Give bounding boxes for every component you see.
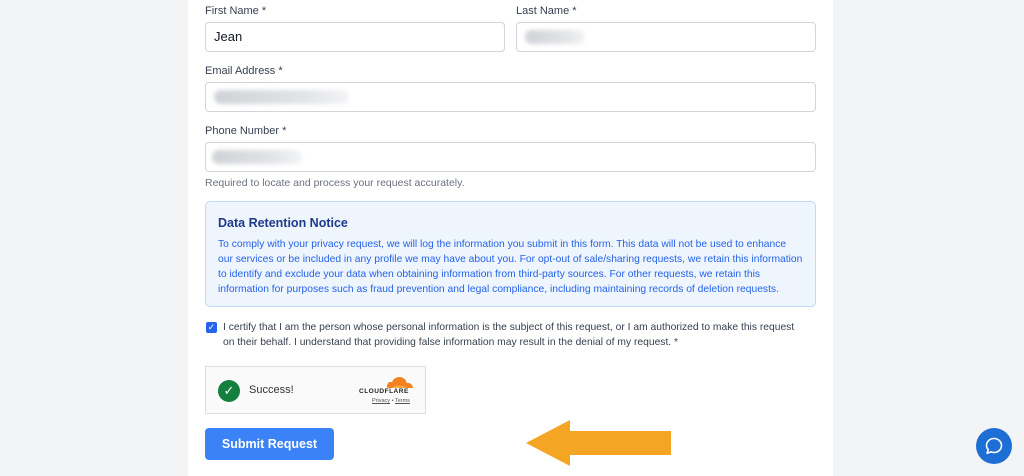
captcha-status: Success! xyxy=(249,384,294,396)
data-retention-notice: Data Retention Notice To comply with you… xyxy=(205,201,816,307)
request-form-card: First Name * Jean Last Name * Email Addr… xyxy=(188,0,833,476)
redacted-value xyxy=(214,90,349,104)
arrow-left-icon xyxy=(526,420,671,466)
submit-request-button[interactable]: Submit Request xyxy=(205,428,334,460)
cloudflare-wordmark: CLOUDFLARE xyxy=(359,388,409,395)
redacted-value xyxy=(212,150,302,164)
phone-hint: Required to locate and process your requ… xyxy=(205,177,465,189)
first-name-input[interactable]: Jean xyxy=(205,22,505,52)
phone-label: Phone Number * xyxy=(205,125,287,137)
phone-input[interactable] xyxy=(205,142,816,172)
success-check-icon: ✓ xyxy=(218,380,240,402)
check-icon: ✓ xyxy=(207,322,216,332)
cloudflare-cloud-icon xyxy=(386,377,413,388)
email-label: Email Address * xyxy=(205,65,283,77)
first-name-label: First Name * xyxy=(205,5,267,17)
link-separator: • xyxy=(391,398,394,404)
captcha-links: Privacy • Terms xyxy=(372,398,410,404)
email-input[interactable] xyxy=(205,82,816,112)
terms-link[interactable]: Terms xyxy=(395,398,410,404)
last-name-input[interactable] xyxy=(516,22,816,52)
certify-checkbox[interactable]: ✓ xyxy=(206,322,217,333)
redacted-value xyxy=(525,30,585,44)
last-name-label: Last Name * xyxy=(516,5,577,17)
notice-body: To comply with your privacy request, we … xyxy=(218,239,803,295)
cloudflare-captcha-widget: ✓ Success! CLOUDFLARE Privacy • Terms xyxy=(205,366,426,414)
chat-launcher-button[interactable] xyxy=(976,428,1012,464)
certify-text: I certify that I am the person whose per… xyxy=(223,322,795,348)
privacy-link[interactable]: Privacy xyxy=(372,398,390,404)
notice-title: Data Retention Notice xyxy=(218,216,348,230)
chat-bubble-icon xyxy=(985,437,1003,454)
